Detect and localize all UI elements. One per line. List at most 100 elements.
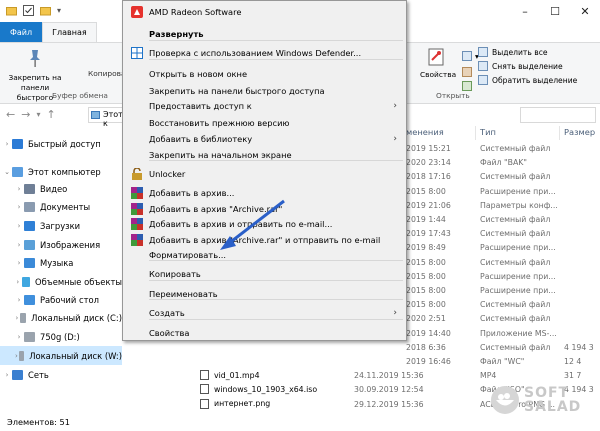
minimize-button[interactable]: – [510, 0, 540, 22]
nav-buttons: ← → ▾ ↑ [6, 108, 56, 121]
file-type: MP4 [480, 371, 497, 381]
menu-item[interactable]: Свойства [124, 323, 405, 343]
computer-icon [91, 111, 100, 119]
file-size: 31 7 [564, 371, 582, 381]
file-name-text: интернет.png [214, 399, 271, 409]
chevron-icon[interactable]: › [14, 203, 24, 211]
column-header-type[interactable]: Тип [480, 127, 496, 137]
maximize-button[interactable]: ☐ [540, 0, 570, 22]
file-row[interactable]: 2019 16:46 Файл "WC" 12 4 [126, 355, 600, 369]
chevron-icon[interactable]: › [2, 371, 12, 379]
file-name-text: vid_01.mp4 [214, 370, 260, 380]
menu-item[interactable]: Проверка с использованием Windows Defend… [124, 43, 405, 63]
file-type: Расширение при... [480, 243, 556, 253]
tab-file[interactable]: Файл [0, 22, 43, 42]
nav-item-label: Этот компьютер [28, 166, 101, 177]
open-dropdown-icon[interactable]: ▾ [462, 51, 479, 61]
file-date: 2019 1:44 [406, 215, 446, 224]
copy-button[interactable]: Копирова [88, 69, 126, 78]
winrar-icon [131, 218, 143, 230]
new-folder-icon[interactable] [40, 5, 51, 16]
file-type: Файл "WC" [480, 357, 525, 366]
menu-item-label: Unlocker [149, 169, 186, 179]
nav-item[interactable]: › 750g (D:) [0, 327, 122, 346]
menu-item-label: Восстановить прежнюю версию [149, 118, 290, 128]
quick-access-dropdown-icon[interactable]: ▾ [57, 6, 61, 15]
menu-item[interactable]: AMD Radeon Software [124, 2, 405, 22]
nav-item[interactable]: › Объемные объекты [0, 272, 122, 291]
column-header-size[interactable]: Размер [564, 127, 595, 137]
menu-item-label: Добавить в библиотеку [149, 134, 253, 144]
menu-item[interactable]: Копировать [124, 264, 405, 284]
nav-item[interactable]: › Локальный диск (W:) [0, 346, 122, 365]
file-name[interactable]: vid_01.mp4 [200, 370, 260, 381]
up-arrow-icon[interactable]: ↑ [46, 108, 55, 121]
nav-item[interactable]: › Музыка [0, 253, 122, 272]
file-row[interactable]: vid_01.mp4 24.11.2019 15:36 MP4 31 7 [126, 369, 600, 383]
nav-item[interactable]: › Быстрый доступ [0, 134, 122, 153]
menu-item[interactable]: Форматировать... [124, 245, 405, 265]
file-type: Расширение при... [480, 271, 556, 281]
chevron-icon[interactable]: › [14, 314, 20, 322]
nav-item[interactable]: › Рабочий стол [0, 290, 122, 309]
file-type: Параметры конф... [480, 200, 558, 210]
menu-item[interactable]: Unlocker [124, 164, 405, 184]
folder-icon [6, 7, 17, 16]
nav-item-label: Рабочий стол [40, 294, 99, 305]
menu-item[interactable]: Создать › [124, 303, 405, 323]
nav-item[interactable]: › Видео [0, 179, 122, 198]
nav-item[interactable]: › Локальный диск (C:) [0, 308, 122, 327]
menu-item-label: Предоставить доступ к [149, 101, 252, 111]
navigation-pane: › Быстрый доступ ⌄ Этот компьютер › Видео › Док… [0, 128, 122, 388]
file-date: 2019 17:43 [406, 229, 451, 239]
search-input[interactable] [520, 107, 596, 123]
menu-item[interactable]: Закрепить на начальном экране [124, 145, 405, 165]
close-button[interactable]: ✕ [570, 0, 600, 22]
3d-objects-icon [21, 276, 31, 287]
menu-item-label: Закрепить на панели быстрого доступа [149, 86, 325, 96]
file-name[interactable]: интернет.png [200, 398, 271, 409]
nav-item-label: Быстрый доступ [28, 138, 101, 149]
watermark: SOFT SALAD [490, 385, 582, 415]
file-name[interactable]: windows_10_1903_x64.iso [200, 384, 317, 395]
menu-item-label: Развернуть [149, 29, 204, 39]
menu-item[interactable]: Переименовать [124, 284, 405, 304]
star-icon [12, 138, 23, 149]
menu-item[interactable]: Развернуть [124, 24, 405, 44]
nav-item[interactable]: › Загрузки [0, 216, 122, 235]
file-icon [200, 384, 209, 395]
chevron-icon[interactable]: › [14, 241, 24, 249]
chevron-icon[interactable]: › [14, 222, 24, 230]
menu-item-label: Добавить в архив... [149, 188, 235, 198]
forward-arrow-icon[interactable]: → [21, 108, 30, 121]
chevron-icon[interactable]: › [14, 185, 24, 193]
pin-icon [30, 50, 40, 67]
properties-check-icon[interactable] [23, 5, 34, 16]
history-icon[interactable] [462, 81, 472, 91]
select-all-button[interactable]: Выделить все [478, 47, 548, 57]
menu-item-label: Добавить в архив и отправить по e-mail..… [149, 219, 333, 229]
nav-item[interactable]: › Сеть [0, 365, 122, 384]
deselect-icon [478, 61, 488, 71]
chevron-icon[interactable]: ⌄ [2, 168, 12, 176]
column-separator [475, 126, 476, 140]
deselect-button[interactable]: Снять выделение [478, 61, 563, 71]
properties-button[interactable]: Свойства [420, 47, 456, 79]
file-date: 2020 23:14 [406, 158, 451, 168]
nav-item[interactable]: › Документы [0, 197, 122, 216]
file-type: Расширение при... [480, 186, 556, 196]
recent-dropdown-icon[interactable]: ▾ [36, 108, 40, 121]
chevron-icon[interactable]: › [2, 140, 12, 148]
chevron-icon[interactable]: › [14, 278, 22, 286]
chevron-icon[interactable]: › [14, 259, 24, 267]
chevron-icon[interactable]: › [14, 296, 24, 304]
chevron-icon[interactable]: › [14, 333, 24, 341]
tab-home[interactable]: Главная [42, 22, 97, 42]
invert-selection-icon [478, 75, 488, 85]
back-arrow-icon[interactable]: ← [6, 108, 15, 121]
invert-selection-button[interactable]: Обратить выделение [478, 75, 577, 85]
nav-item[interactable]: › Изображения [0, 235, 122, 254]
column-header-modified[interactable]: менения [406, 127, 444, 137]
open-group-label: Открыть [436, 91, 470, 100]
edit-icon[interactable] [462, 67, 472, 77]
